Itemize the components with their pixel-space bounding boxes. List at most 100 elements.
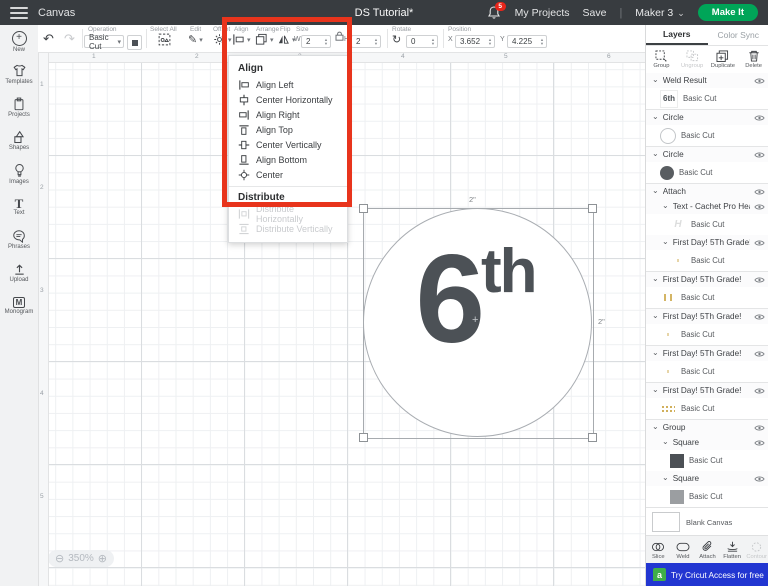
layer-row[interactable]: 6thBasic Cut — [646, 88, 768, 109]
layer-row[interactable]: Basic Cut — [646, 287, 768, 308]
layer-row[interactable]: Basic Cut — [646, 450, 768, 471]
attach-button[interactable]: Attach — [695, 536, 720, 564]
layer-row[interactable]: Basic Cut — [646, 250, 768, 271]
chevron-down-icon[interactable]: ⌄ — [652, 77, 659, 82]
layer-header[interactable]: ⌄First Day! 5Th Grade! — [646, 271, 768, 287]
menu-item-center[interactable]: Center — [229, 167, 347, 182]
chevron-down-icon[interactable]: ⌄ — [652, 276, 659, 281]
zoom-out-icon[interactable]: ⊖ — [55, 552, 64, 565]
eye-icon[interactable] — [754, 313, 765, 321]
save-link[interactable]: Save — [583, 7, 607, 19]
layer-row[interactable]: HBasic Cut — [646, 214, 768, 235]
chevron-down-icon[interactable]: ⌄ — [662, 439, 669, 444]
layer-header[interactable]: ⌄First Day! 5Th Grade! — [646, 308, 768, 324]
sidebar-item-new[interactable]: + New — [0, 25, 38, 58]
layer-header[interactable]: ⌄Group — [646, 419, 768, 435]
menu-item-align-top[interactable]: Align Top — [229, 122, 347, 137]
duplicate-button[interactable]: Duplicate — [708, 46, 739, 73]
layer-subheader[interactable]: ⌄Square — [646, 471, 768, 486]
selection-handle-top-left[interactable] — [359, 204, 368, 213]
operation-select[interactable]: Basic Cut ▾ — [84, 35, 124, 48]
eye-icon[interactable] — [754, 188, 765, 196]
layer-row[interactable]: Basic Cut — [646, 324, 768, 345]
menu-item-align-right[interactable]: Align Right — [229, 107, 347, 122]
sidebar-item-templates[interactable]: Templates — [0, 58, 38, 91]
menu-item-align-bottom[interactable]: Align Bottom — [229, 152, 347, 167]
stepper-icon[interactable]: ▲▼ — [374, 38, 378, 45]
eye-icon[interactable] — [754, 276, 765, 284]
layer-row[interactable]: Basic Cut — [646, 361, 768, 382]
chevron-down-icon[interactable]: ⌄ — [652, 188, 659, 193]
color-swatch[interactable] — [127, 35, 142, 50]
eye-icon[interactable] — [754, 439, 765, 447]
menu-item-center-vertically[interactable]: Center Vertically — [229, 137, 347, 152]
blank-canvas-row[interactable]: Blank Canvas — [646, 507, 768, 536]
edit-button[interactable]: ✎ ▾ — [188, 33, 203, 46]
sidebar-item-shapes[interactable]: Shapes — [0, 124, 38, 157]
eye-icon[interactable] — [754, 424, 765, 432]
rotate-icon[interactable]: ↻ — [392, 34, 401, 47]
chevron-down-icon[interactable]: ⌄ — [652, 350, 659, 355]
eye-icon[interactable] — [754, 151, 765, 159]
chevron-down-icon[interactable]: ⌄ — [652, 313, 659, 318]
stepper-icon[interactable]: ▲▼ — [540, 38, 544, 45]
select-all-button[interactable] — [158, 33, 171, 46]
layer-subheader[interactable]: ⌄Square — [646, 435, 768, 450]
menu-item-align-left[interactable]: Align Left — [229, 77, 347, 92]
cricut-access-banner[interactable]: a Try Cricut Access for free — [646, 563, 768, 586]
eye-icon[interactable] — [754, 114, 765, 122]
layer-row[interactable]: Basic Cut — [646, 398, 768, 419]
menu-item-center-horizontally[interactable]: Center Horizontally — [229, 92, 347, 107]
offset-button[interactable]: ▾ — [213, 33, 232, 46]
sidebar-item-monogram[interactable]: M Monogram — [0, 289, 38, 322]
selection-handle-top-right[interactable] — [588, 204, 597, 213]
notifications-bell-icon[interactable]: 5 — [487, 5, 502, 21]
sidebar-item-projects[interactable]: Projects — [0, 91, 38, 124]
sidebar-item-upload[interactable]: Upload — [0, 256, 38, 289]
layer-header[interactable]: ⌄Circle — [646, 146, 768, 162]
undo-button[interactable]: ↶ — [43, 32, 54, 45]
delete-button[interactable]: Delete — [738, 46, 768, 73]
make-it-button[interactable]: Make It — [698, 4, 758, 21]
layer-subheader[interactable]: ⌄Text - Cachet Pro Heavy — [646, 199, 768, 214]
layer-row[interactable]: Basic Cut — [646, 162, 768, 183]
selection-bounding-box[interactable] — [363, 208, 594, 439]
eye-icon[interactable] — [754, 475, 765, 483]
chevron-down-icon[interactable]: ⌄ — [652, 387, 659, 392]
zoom-in-icon[interactable]: ⊕ — [98, 552, 107, 565]
stepper-icon[interactable]: ▲▼ — [324, 38, 328, 45]
layer-header[interactable]: ⌄Attach — [646, 183, 768, 199]
position-y-field[interactable]: 4.225 ▲▼ — [507, 35, 547, 48]
width-field[interactable]: 2 ▲▼ — [301, 35, 331, 48]
layer-row[interactable]: Basic Cut — [646, 125, 768, 146]
redo-button[interactable]: ↷ — [64, 32, 75, 45]
flatten-button[interactable]: Flatten — [720, 536, 745, 564]
layer-header[interactable]: ⌄First Day! 5Th Grade! — [646, 345, 768, 361]
lock-aspect-icon[interactable] — [335, 31, 344, 41]
position-x-field[interactable]: 3.652 ▲▼ — [455, 35, 495, 48]
menu-icon[interactable] — [10, 7, 28, 19]
rotate-field[interactable]: 0 ▲▼ — [406, 35, 438, 48]
tab-color-sync[interactable]: Color Sync — [708, 25, 768, 45]
chevron-down-icon[interactable]: ⌄ — [662, 239, 669, 244]
selection-handle-bottom-left[interactable] — [359, 433, 368, 442]
sidebar-item-text[interactable]: T Text — [0, 190, 38, 223]
machine-selector[interactable]: Maker 3 ⌄ — [635, 7, 684, 19]
arrange-button[interactable]: ▾ — [255, 33, 274, 46]
layer-header[interactable]: ⌄Circle — [646, 109, 768, 125]
height-field[interactable]: 2 ▲▼ — [351, 35, 381, 48]
eye-icon[interactable] — [754, 350, 765, 358]
slice-button[interactable]: Slice — [646, 536, 671, 564]
my-projects-link[interactable]: My Projects — [515, 7, 570, 19]
eye-icon[interactable] — [754, 387, 765, 395]
layer-row[interactable]: Basic Cut — [646, 486, 768, 507]
eye-icon[interactable] — [754, 77, 765, 85]
flip-button[interactable]: ▾ — [277, 33, 296, 46]
chevron-down-icon[interactable]: ⌄ — [652, 424, 659, 429]
layer-header[interactable]: ⌄First Day! 5Th Grade! — [646, 382, 768, 398]
sidebar-item-phrases[interactable]: Phrases — [0, 223, 38, 256]
group-button[interactable]: Group — [646, 46, 677, 73]
sidebar-item-images[interactable]: Images — [0, 157, 38, 190]
chevron-down-icon[interactable]: ⌄ — [662, 475, 669, 480]
layer-header[interactable]: ⌄Weld Result — [646, 73, 768, 88]
